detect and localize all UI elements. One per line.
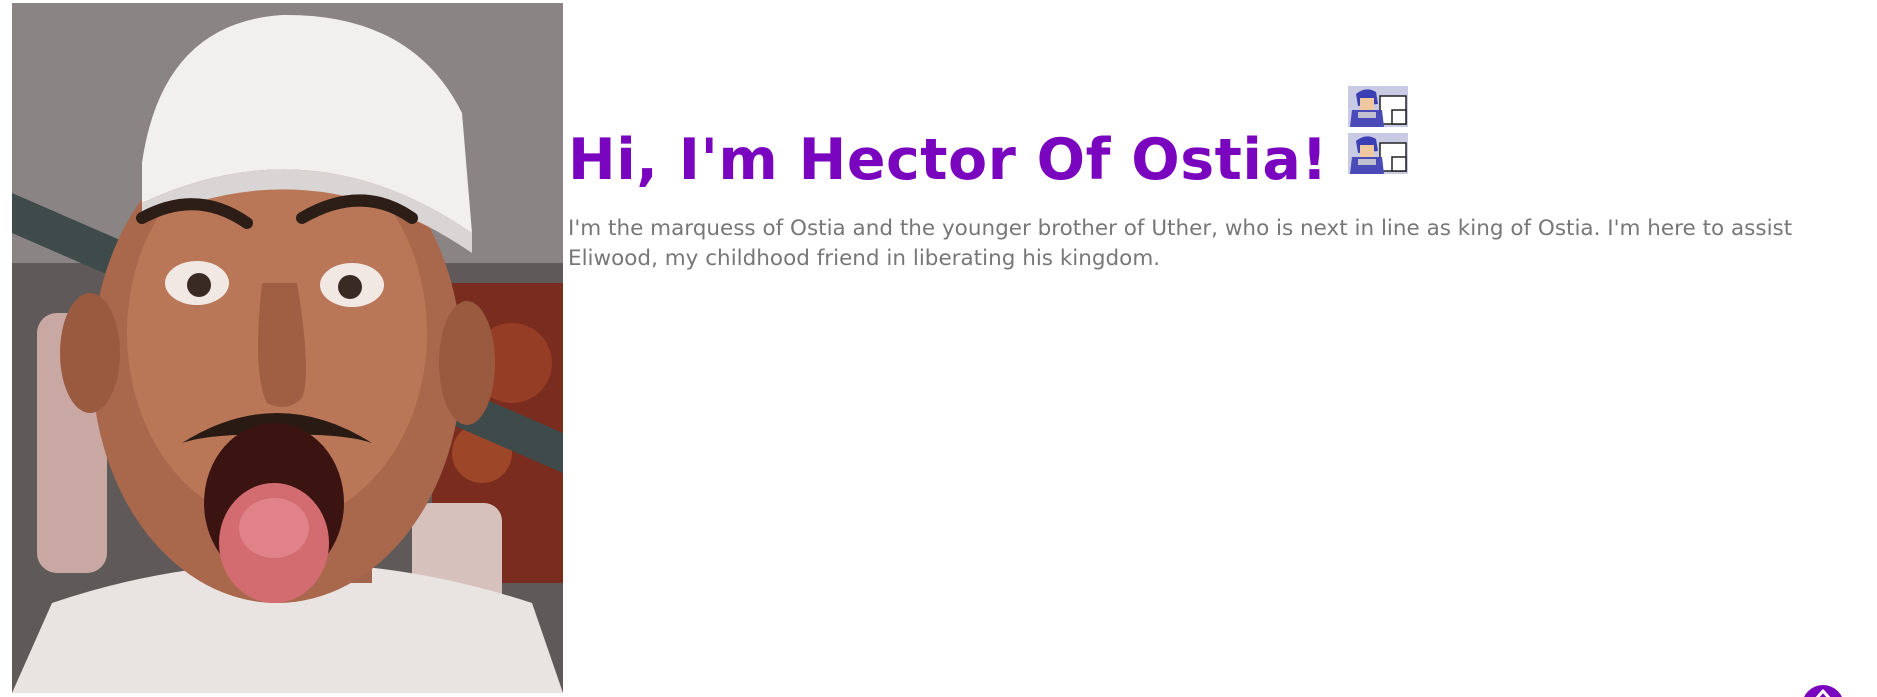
page: Hi, I'm Hector Of Ostia! I'm the marques… [0, 0, 1877, 697]
scroll-to-top-button[interactable] [1802, 685, 1844, 697]
hector-sprite-icon [1347, 86, 1408, 127]
intro-section: Hi, I'm Hector Of Ostia! I'm the marques… [568, 86, 1858, 274]
bio-text: I'm the marquess of Ostia and the younge… [568, 216, 1793, 271]
hector-sprite-icon [1347, 133, 1408, 174]
sprite-group [1347, 86, 1408, 174]
page-title: Hi, I'm Hector Of Ostia! [568, 127, 1328, 194]
profile-photo [12, 3, 563, 693]
headline-row: Hi, I'm Hector Of Ostia! [568, 86, 1858, 192]
arrow-up-icon [1815, 689, 1831, 697]
